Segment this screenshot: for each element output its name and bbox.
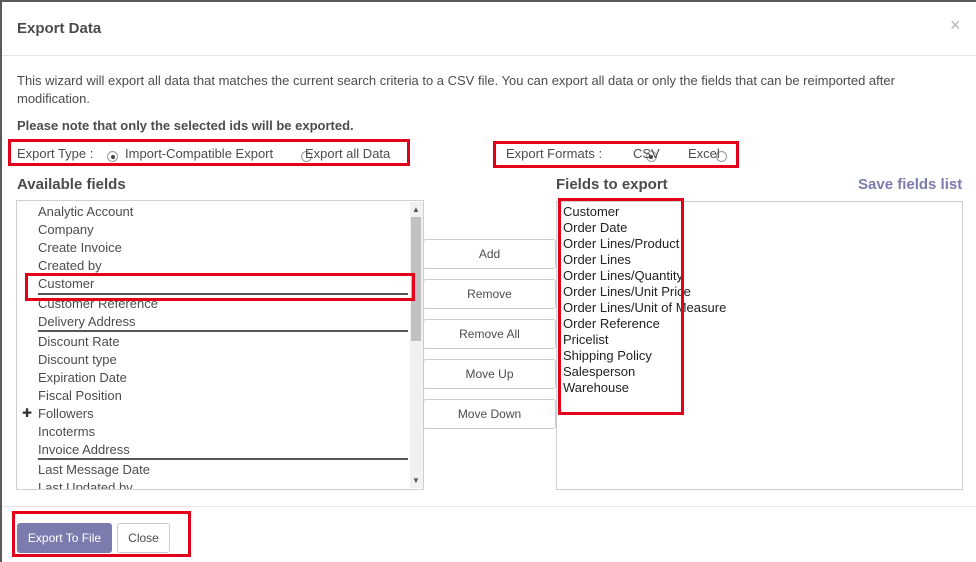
header-divider xyxy=(2,55,976,56)
footer-divider xyxy=(2,506,976,507)
customer-field-highlight xyxy=(25,273,415,301)
export-formats-label: Export Formats : xyxy=(506,146,603,161)
field-item-discount-type[interactable]: Discount type xyxy=(38,352,117,367)
scroll-down-icon[interactable]: ▼ xyxy=(412,477,420,485)
move-down-button[interactable]: Move Down xyxy=(423,399,556,429)
field-item-delivery-address[interactable]: Delivery Address xyxy=(38,314,136,329)
add-button[interactable]: Add xyxy=(423,239,556,269)
field-item-last-message-date[interactable]: Last Message Date xyxy=(38,462,150,477)
field-item-followers[interactable]: Followers xyxy=(38,406,94,421)
footer-buttons-highlight xyxy=(12,511,191,557)
field-item-expiration-date[interactable]: Expiration Date xyxy=(38,370,127,385)
scroll-up-icon[interactable]: ▲ xyxy=(412,206,420,214)
dialog-title: Export Data xyxy=(17,20,102,37)
fields-to-export-heading: Fields to export xyxy=(556,176,668,193)
format-option-csv[interactable]: CSV xyxy=(633,146,660,161)
field-item-incoterms[interactable]: Incoterms xyxy=(38,424,95,439)
remove-button[interactable]: Remove xyxy=(423,279,556,309)
field-item-company[interactable]: Company xyxy=(38,222,94,237)
available-fields-heading: Available fields xyxy=(17,176,126,193)
remove-all-button[interactable]: Remove All xyxy=(423,319,556,349)
field-item-discount-rate[interactable]: Discount Rate xyxy=(38,334,120,349)
plus-icon[interactable]: ✚ xyxy=(22,406,32,420)
field-item-analytic-account[interactable]: Analytic Account xyxy=(38,204,133,219)
field-separator xyxy=(38,330,408,332)
format-option-excel[interactable]: Excel xyxy=(688,146,720,161)
window-frame-left xyxy=(0,0,2,562)
field-item-fiscal-position[interactable]: Fiscal Position xyxy=(38,388,122,403)
radio-import-compatible[interactable] xyxy=(107,151,118,162)
field-item-last-updated-by[interactable]: Last Updated by xyxy=(38,480,133,489)
window-frame-top xyxy=(0,0,976,2)
export-type-label: Export Type : xyxy=(17,146,94,161)
field-separator xyxy=(38,458,408,460)
save-fields-list-link[interactable]: Save fields list xyxy=(858,176,962,193)
selected-ids-note: Please note that only the selected ids w… xyxy=(17,118,354,133)
export-type-option-import-compatible[interactable]: Import-Compatible Export xyxy=(125,146,273,161)
move-up-button[interactable]: Move Up xyxy=(423,359,556,389)
field-item-create-invoice[interactable]: Create Invoice xyxy=(38,240,122,255)
dialog-description: This wizard will export all data that ma… xyxy=(17,73,895,106)
field-item-created-by[interactable]: Created by xyxy=(38,258,102,273)
export-fields-highlight xyxy=(558,198,684,415)
field-item-invoice-address[interactable]: Invoice Address xyxy=(38,442,130,457)
available-fields-list[interactable]: Analytic Account Company Create Invoice … xyxy=(16,200,424,490)
export-type-option-export-all[interactable]: Export all Data xyxy=(305,146,390,161)
close-icon[interactable]: × xyxy=(950,16,961,34)
